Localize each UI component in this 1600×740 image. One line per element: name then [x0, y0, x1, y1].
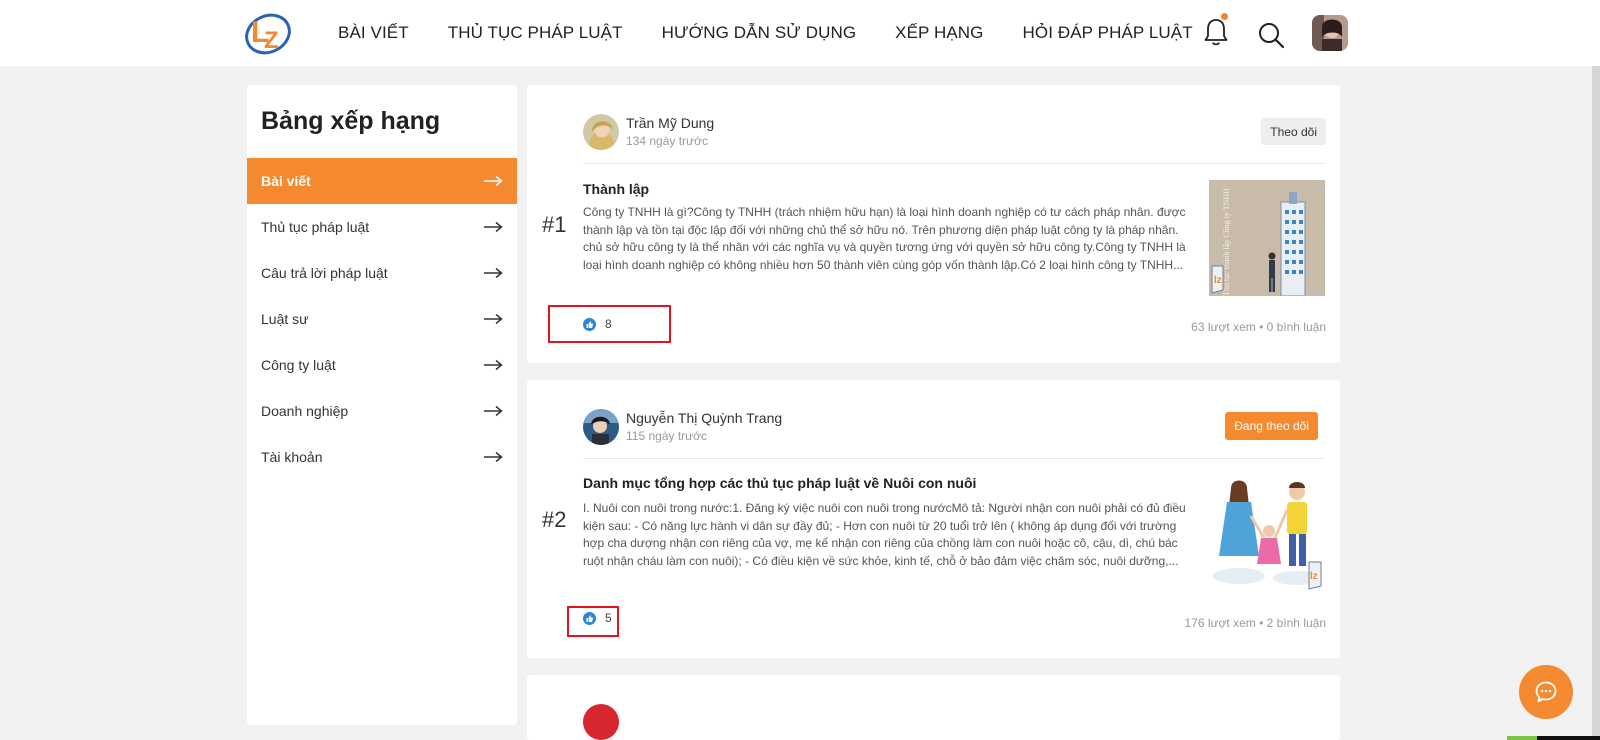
- highlight-box: [567, 606, 619, 637]
- sidebar-item-tai-khoan[interactable]: Tài khoản: [247, 434, 517, 480]
- divider: [583, 458, 1325, 459]
- sidebar-item-thu-tuc-phap-luat[interactable]: Thủ tục pháp luật: [247, 204, 517, 250]
- arrow-right-icon: [484, 221, 503, 233]
- post-time: 134 ngày trước: [626, 134, 708, 148]
- following-button[interactable]: Đang theo dõi: [1225, 412, 1318, 440]
- sidebar-item-bai-viet[interactable]: Bài viết: [247, 158, 517, 204]
- sidebar-item-cong-ty-luat[interactable]: Công ty luật: [247, 342, 517, 388]
- chat-bubble-icon: [1535, 681, 1557, 703]
- author-avatar[interactable]: [583, 409, 619, 445]
- divider: [583, 163, 1325, 164]
- main-nav: BÀI VIẾT THỦ TỤC PHÁP LUẬT HƯỚNG DẪN SỬ …: [338, 0, 1193, 66]
- nav-thu-tuc-phap-luat[interactable]: THỦ TỤC PHÁP LUẬT: [448, 23, 623, 43]
- sidebar-menu: Bài viết Thủ tục pháp luật Câu trả lời p…: [247, 158, 517, 480]
- follow-button[interactable]: Theo dõi: [1261, 118, 1326, 145]
- arrow-right-icon: [484, 175, 503, 187]
- arrow-right-icon: [484, 405, 503, 417]
- sidebar-item-cau-tra-loi-phap-luat[interactable]: Câu trả lời pháp luật: [247, 250, 517, 296]
- post-stats: 63 lượt xem • 0 bình luận: [1191, 320, 1326, 334]
- svg-text:lz: lz: [1214, 275, 1222, 286]
- post-stats: 176 lượt xem • 2 bình luận: [1184, 616, 1326, 630]
- post-time: 115 ngày trước: [626, 429, 708, 443]
- nav-xep-hang[interactable]: XẾP HẠNG: [895, 23, 983, 43]
- post-excerpt: I. Nuôi con nuôi trong nước:1. Đăng ký v…: [583, 501, 1186, 568]
- page-scrollbar[interactable]: [1592, 66, 1600, 740]
- rank-number: #2: [542, 507, 567, 532]
- arrow-right-icon: [484, 359, 503, 371]
- chat-button[interactable]: [1519, 665, 1573, 719]
- ranking-sidebar: Bảng xếp hạng Bài viết Thủ tục pháp luật…: [247, 85, 517, 725]
- author-avatar[interactable]: [583, 114, 619, 150]
- post-title[interactable]: Danh mục tổng hợp các thủ tục pháp luật …: [583, 475, 976, 491]
- sidebar-item-label: Bài viết: [261, 173, 311, 189]
- sidebar-item-label: Câu trả lời pháp luật: [261, 265, 388, 281]
- top-header: L Z BÀI VIẾT THỦ TỤC PHÁP LUẬT HƯỚNG DẪN…: [0, 0, 1600, 66]
- arrow-right-icon: [484, 313, 503, 325]
- bell-icon[interactable]: [1203, 13, 1229, 47]
- post-thumbnail[interactable]: lz: [1209, 476, 1325, 592]
- corner-strip: [1507, 736, 1537, 740]
- post-card: Nguyễn Thị Quỳnh Trang 115 ngày trước Đa…: [527, 380, 1340, 658]
- highlight-box: [548, 305, 671, 343]
- notification-dot: [1221, 13, 1228, 20]
- sidebar-item-label: Doanh nghiệp: [261, 403, 349, 419]
- sidebar-item-doanh-nghiep[interactable]: Doanh nghiệp: [247, 388, 517, 434]
- rank-number: #1: [542, 212, 567, 237]
- sidebar-item-label: Luật sư: [261, 311, 309, 327]
- author-avatar[interactable]: [583, 704, 619, 740]
- lz-logo-icon[interactable]: L Z: [242, 8, 294, 58]
- sidebar-item-luat-su[interactable]: Luật sư: [247, 296, 517, 342]
- sidebar-item-label: Công ty luật: [261, 357, 336, 373]
- post-thumbnail[interactable]: Thủ tục thành lập Công ty TNHH lz: [1209, 180, 1325, 296]
- arrow-right-icon: [484, 267, 503, 279]
- sidebar-item-label: Tài khoản: [261, 449, 323, 465]
- nav-bai-viet[interactable]: BÀI VIẾT: [338, 23, 409, 43]
- post-title[interactable]: Thành lập: [583, 181, 649, 197]
- post-card: [527, 675, 1340, 740]
- nav-huong-dan-su-dung[interactable]: HƯỚNG DẪN SỬ DỤNG: [662, 23, 857, 43]
- arrow-right-icon: [484, 451, 503, 463]
- post-card: Trần Mỹ Dung 134 ngày trước Theo dõi #1 …: [527, 85, 1340, 363]
- user-avatar[interactable]: [1312, 15, 1348, 51]
- author-name[interactable]: Nguyễn Thị Quỳnh Trang: [626, 410, 782, 426]
- sidebar-item-label: Thủ tục pháp luật: [261, 219, 370, 235]
- post-excerpt: Công ty TNHH là gì?Công ty TNHH (trách n…: [583, 205, 1186, 272]
- search-icon[interactable]: [1257, 21, 1285, 49]
- corner-strip: [1537, 736, 1600, 740]
- author-name[interactable]: Trần Mỹ Dung: [626, 115, 714, 131]
- nav-hoi-dap-phap-luat[interactable]: HỎI ĐÁP PHÁP LUẬT: [1023, 23, 1193, 43]
- svg-text:lz: lz: [1310, 571, 1318, 582]
- svg-text:Z: Z: [264, 27, 279, 54]
- sidebar-title: Bảng xếp hạng: [261, 107, 441, 135]
